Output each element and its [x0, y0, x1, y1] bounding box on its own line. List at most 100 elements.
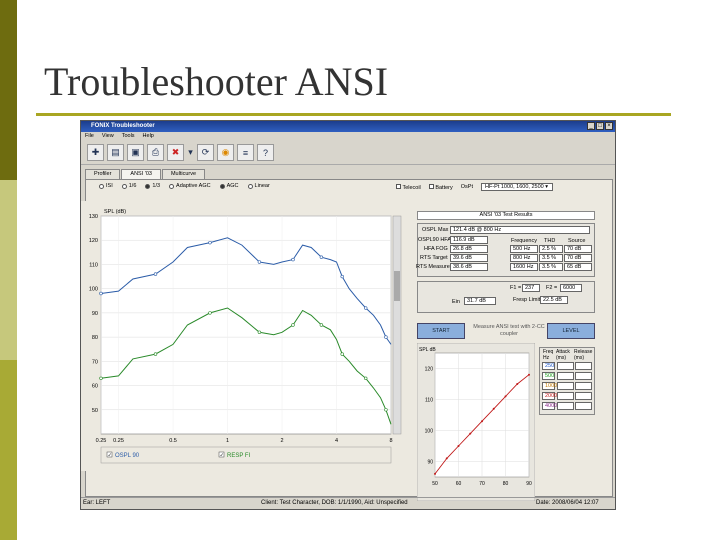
thd-row-freq: 800 Hz	[510, 254, 538, 262]
y-tick-label: 120	[89, 238, 98, 244]
frequency-response-graph: SPL (dB) 130 120 110 100 90 80 70 60 50 0.25 0.25 0.…	[81, 201, 411, 471]
io-point	[445, 457, 448, 460]
save-icon[interactable]: ▣	[127, 144, 144, 161]
fresp-value: 22.5 dB	[540, 296, 568, 304]
io-point	[457, 445, 460, 447]
thd-row-freq: 1600 Hz	[510, 263, 538, 271]
print-icon[interactable]: ⎙	[147, 144, 164, 161]
coupler-icon[interactable]: ◉	[217, 144, 234, 161]
status-date: Date: 2008/06/04 12:07	[536, 500, 599, 506]
tab-profiler[interactable]: Profiler	[85, 169, 121, 179]
accent-bar-bottom	[0, 360, 17, 540]
ein-value: 31.7 dB	[464, 297, 496, 305]
status-ear: Ear: LEFT	[83, 500, 111, 506]
ar-value-cell	[557, 372, 574, 380]
legend-label: OSPL 90	[115, 453, 140, 459]
io-y-tick: 90	[427, 460, 433, 466]
ar-freq-cell: 500	[542, 372, 555, 380]
data-point	[208, 311, 212, 315]
maximize-button[interactable]: □	[596, 122, 604, 130]
y-tick-label: 110	[89, 262, 98, 268]
radio-agc[interactable]: AGC	[219, 183, 239, 189]
radio-adaptive-agc[interactable]: Adaptive AGC	[169, 183, 211, 189]
notes-icon[interactable]: ≡	[237, 144, 254, 161]
close-button[interactable]: ×	[605, 122, 613, 130]
ar-freq-cell: 250	[542, 362, 555, 370]
menu-tools[interactable]: Tools	[122, 133, 135, 140]
hfa-fog-label: HFA FOG	[424, 246, 448, 252]
data-point	[340, 352, 344, 356]
results-pane: ANSI '03 Test Results OSPL Max 121.4 dB …	[416, 209, 597, 501]
tab-multicurve[interactable]: Multicurve	[161, 169, 206, 179]
io-point	[469, 432, 472, 435]
ar-value-cell	[557, 392, 574, 400]
io-x-tick: 60	[456, 481, 462, 487]
radio-isi[interactable]: ISI	[99, 183, 113, 189]
x-tick-label: 2	[280, 438, 283, 444]
menu-help[interactable]: Help	[143, 133, 154, 140]
data-point	[99, 291, 103, 296]
thd-header-frequency: Frequency	[511, 238, 537, 244]
help-icon[interactable]: ?	[257, 144, 274, 161]
ar-value-cell	[575, 392, 592, 400]
thd-row-thd: 3.5 %	[539, 263, 563, 271]
status-client: Client: Test Character, DOB: 1/1/1990, A…	[261, 500, 408, 506]
menu-file[interactable]: File	[85, 133, 94, 140]
radio-third[interactable]: 1/3	[145, 183, 160, 189]
level-button[interactable]: LEVEL	[547, 323, 595, 339]
toolbar: ✚ ▤ ▣ ⎙ ✖ ▾ ⟳ ◉ ≡ ?	[81, 141, 615, 165]
minimize-button[interactable]: _	[587, 122, 595, 130]
accent-bar-top	[0, 0, 17, 180]
open-folder-icon[interactable]: ▤	[107, 144, 124, 161]
app-window: FONIX Troubleshooter _ □ × File View Too…	[80, 120, 616, 510]
ein-box: F1 = 237 F2 = 6000 Ein 31.7 dB Fresp Lim…	[417, 281, 595, 313]
new-icon[interactable]: ✚	[87, 144, 104, 161]
measure-text: Measure ANSI test with 2-CC coupler	[473, 324, 545, 337]
telecoil-checkbox[interactable]: Telecoil	[396, 183, 421, 191]
rts-target-label: RTS Target	[420, 255, 448, 261]
battery-checkbox[interactable]: Battery	[428, 183, 453, 191]
thd-row-source: 65 dB	[564, 263, 592, 271]
io-x-tick: 50	[432, 481, 438, 487]
data-point	[319, 255, 324, 259]
tab-ansi[interactable]: ANSI '03	[121, 169, 161, 179]
hfa-fog-value: 26.8 dB	[450, 245, 488, 253]
slide: Troubleshooter ANSI FONIX Troubleshooter…	[0, 0, 720, 540]
ospt-dropdown[interactable]: HF-Pt 1000, 1600, 2500 ▾	[480, 183, 553, 191]
ar-value-cell	[557, 362, 574, 370]
ar-value-cell	[557, 402, 574, 410]
ein-label: Ein	[452, 299, 460, 305]
io-point	[492, 407, 495, 410]
x-tick-label: 0.5	[169, 438, 177, 444]
menu-view[interactable]: View	[102, 133, 114, 140]
data-point	[208, 240, 212, 245]
io-point	[504, 395, 507, 398]
thd-row-source: 70 dB	[564, 254, 592, 262]
delete-icon[interactable]: ✖	[167, 144, 184, 161]
tab-strip: Profiler ANSI '03 Multicurve	[85, 169, 206, 179]
legend-label: RESP FI	[227, 453, 251, 459]
data-point	[319, 323, 324, 327]
data-point	[384, 335, 388, 339]
slide-title: Troubleshooter ANSI	[44, 59, 389, 104]
vertical-scrollbar	[392, 215, 402, 435]
io-point	[481, 420, 483, 423]
x-tick-label: 0.25	[113, 438, 124, 444]
f1-label: F1 =	[510, 285, 522, 291]
y-tick-label: 90	[92, 311, 98, 317]
ospt-label: OsPt	[460, 184, 473, 190]
thd-header-thd: THD	[544, 238, 556, 244]
start-button[interactable]: START	[417, 323, 465, 339]
io-point	[516, 383, 519, 385]
measure-icon[interactable]: ⟳	[197, 144, 214, 161]
io-point	[528, 373, 530, 376]
radio-linear[interactable]: Linear	[247, 183, 270, 189]
data-point	[257, 260, 262, 264]
options-row: Telecoil Battery OsPt HF-Pt 1000, 1600, …	[396, 183, 553, 191]
ar-freq-cell: 2000	[542, 392, 557, 400]
results-header: ANSI '03 Test Results	[417, 211, 595, 220]
dropdown-arrow-icon[interactable]: ▾	[187, 144, 194, 161]
ar-header-freq: Freq Hz	[543, 349, 554, 361]
ospl-hfa-value: 116.9 dB	[450, 236, 488, 244]
radio-sixth[interactable]: 1/6	[121, 183, 136, 189]
